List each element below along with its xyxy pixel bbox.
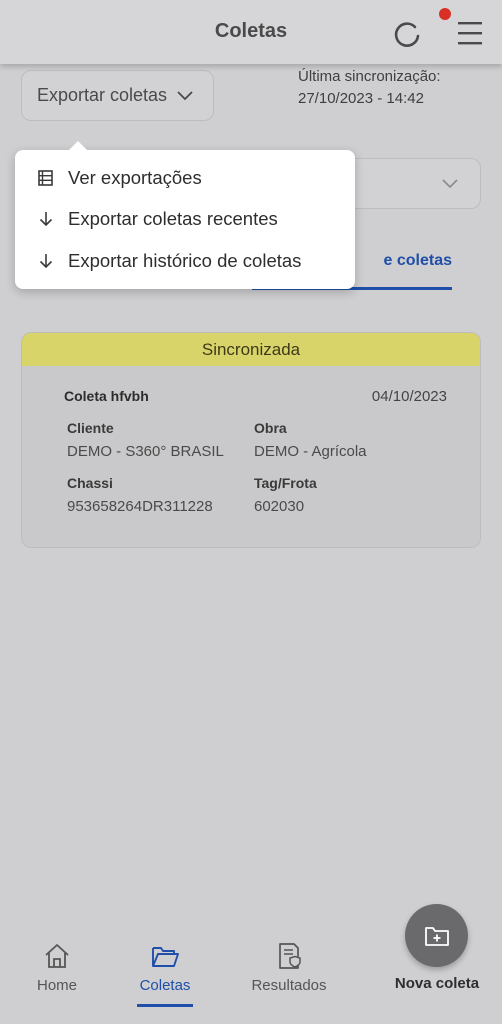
chevron-down-icon: [177, 90, 193, 100]
nav-resultados[interactable]: Resultados: [244, 941, 334, 994]
document-shield-icon: [279, 943, 301, 969]
export-coletas-label: Exportar coletas: [37, 85, 168, 105]
dropdown-arrow: [68, 141, 88, 151]
chevron-down-icon: [442, 179, 458, 189]
cliente-value: DEMO - S360° BRASIL: [67, 443, 224, 460]
menu-item-label: Ver exportações: [68, 167, 202, 188]
menu-item-label: Exportar coletas recentes: [68, 208, 278, 229]
page-title: Coletas: [214, 20, 288, 42]
export-dropdown-menu: Ver exportações Exportar coletas recente…: [15, 141, 355, 289]
nav-home[interactable]: Home: [27, 941, 87, 994]
last-sync-value: 27/10/2023 - 14:42: [298, 90, 424, 107]
app-header: Coletas: [0, 0, 502, 64]
coleta-date: 04/10/2023: [371, 388, 447, 405]
menu-item-exportar-recentes[interactable]: Exportar coletas recentes: [37, 204, 278, 234]
nova-coleta-label: Nova coleta: [394, 975, 480, 992]
chassi-label: Chassi: [67, 475, 113, 491]
coleta-title: Coleta hfvbh: [64, 388, 149, 404]
arrow-down-icon: [39, 212, 53, 227]
arrow-down-icon: [39, 254, 53, 269]
menu-item-ver-exportacoes[interactable]: Ver exportações: [37, 163, 202, 193]
sync-icon[interactable]: [391, 18, 423, 50]
chassi-value: 953658264DR311228: [67, 498, 213, 515]
tag-frota-label: Tag/Frota: [254, 475, 317, 491]
nav-home-label: Home: [36, 977, 77, 994]
menu-icon[interactable]: [456, 20, 484, 46]
list-icon: [38, 170, 53, 186]
nav-coletas[interactable]: Coletas: [131, 941, 199, 994]
nav-active-indicator: [137, 1004, 193, 1007]
coleta-card[interactable]: Sincronizada Coleta hfvbh 04/10/2023 Cli…: [21, 332, 481, 548]
nav-coletas-label: Coletas: [139, 977, 191, 994]
obra-value: DEMO - Agrícola: [254, 443, 367, 460]
last-sync-info: Última sincronização: 27/10/2023 - 14:42: [298, 66, 441, 110]
home-icon: [45, 944, 69, 968]
cliente-label: Cliente: [67, 420, 114, 436]
obra-label: Obra: [254, 420, 287, 436]
status-badge: Sincronizada: [22, 333, 480, 366]
menu-item-exportar-historico[interactable]: Exportar histórico de coletas: [37, 246, 301, 276]
nova-coleta-button[interactable]: [405, 904, 468, 967]
tag-frota-value: 602030: [254, 498, 305, 515]
folder-plus-icon: [424, 926, 449, 946]
nav-resultados-label: Resultados: [251, 977, 327, 994]
notification-dot: [439, 8, 451, 20]
last-sync-label: Última sincronização:: [298, 68, 441, 85]
folder-open-icon: [152, 947, 179, 967]
export-coletas-button[interactable]: Exportar coletas: [21, 70, 214, 121]
menu-item-label: Exportar histórico de coletas: [68, 250, 302, 271]
